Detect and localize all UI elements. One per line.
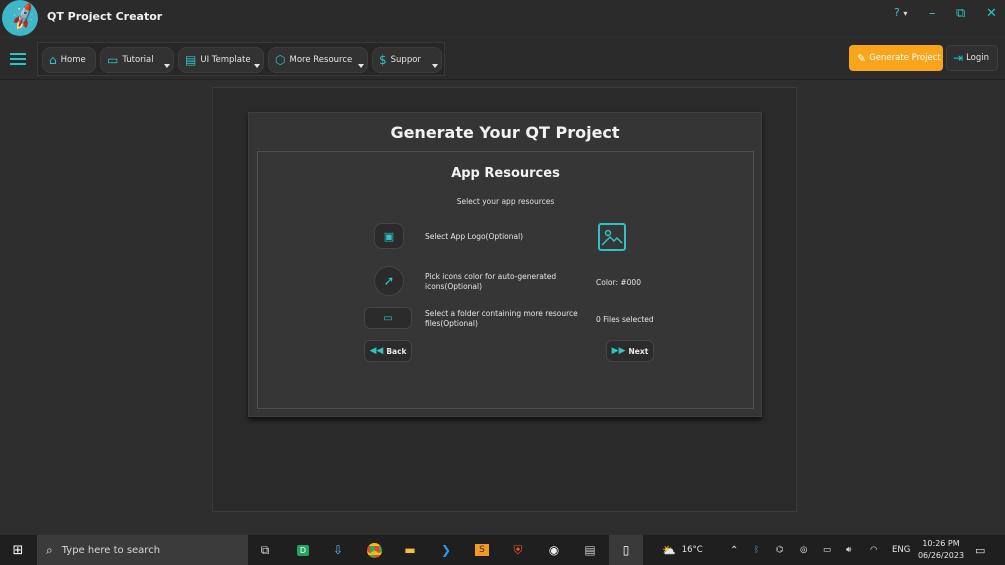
folder-icon: ▭: [383, 312, 393, 324]
back-button[interactable]: ◀◀ Back: [364, 340, 412, 362]
nav-bar: ⌂ Home ▭ Tutorial ▤ UI Template ⬡ More Resou…: [37, 42, 445, 76]
app-resources-panel: App Resources Select your app resources …: [257, 151, 754, 409]
rocket-icon: 🚀: [7, 1, 38, 33]
rewind-icon: ◀◀: [369, 346, 384, 356]
generate-project-button[interactable]: ✎ Generate Project: [849, 45, 943, 71]
section-subtitle: Select your app resources: [456, 197, 555, 206]
brave-icon[interactable]: ⛨: [505, 535, 531, 565]
show-hidden-icons-icon[interactable]: ⌃: [730, 535, 738, 565]
notification-icon[interactable]: ▭: [975, 535, 985, 565]
bluetooth-icon[interactable]: ᛒ: [754, 535, 759, 565]
weather-icon: ⛅: [662, 543, 676, 557]
pick-color-label: Pick icons color for auto-generated icon…: [425, 272, 557, 291]
clock-date: 06/26/2023: [917, 551, 965, 560]
vscode-icon[interactable]: ❯: [433, 535, 459, 565]
volume-icon[interactable]: 🔊︎: [846, 535, 851, 565]
taskbar-clock[interactable]: 10:26 PM 06/26/2023: [915, 538, 967, 562]
windows-taskbar: ⊞ ⌕ Type here to search ⧉ D ⇩ ▬ ❯ S ⛨ ◉ ▤…: [0, 535, 1005, 565]
search-icon: ⌕: [46, 542, 53, 557]
chevron-down-icon: [358, 64, 364, 68]
chevron-down-icon: [432, 64, 438, 68]
login-icon: ⇥: [953, 51, 964, 65]
title-bar: 🚀 QT Project Creator ? ▾ – ⧉ ✕: [0, 0, 1005, 36]
logo-preview-image: [598, 223, 626, 251]
battery-icon[interactable]: ▭: [823, 535, 831, 565]
hamburger-menu-icon[interactable]: [10, 53, 26, 65]
template-icon: ▤: [185, 53, 197, 67]
files-selected-value: 0 Files selected: [596, 315, 654, 324]
pick-color-button[interactable]: ➚: [374, 266, 404, 296]
wifi-icon[interactable]: ◠: [870, 535, 877, 565]
task-view-icon[interactable]: ⧉: [252, 535, 278, 565]
select-logo-label: Select App Logo(Optional): [425, 232, 524, 241]
toolbar: ⌂ Home ▭ Tutorial ▤ UI Template ⬡ More Resou…: [0, 38, 1005, 80]
restore-icon[interactable]: ⧉: [956, 6, 965, 21]
dollar-icon: $: [379, 53, 387, 67]
chevron-down-icon: [254, 64, 260, 68]
github-desktop-icon[interactable]: ◉: [541, 535, 567, 565]
windows-start-icon[interactable]: ⊞: [0, 535, 36, 565]
pencil-icon: ✎: [857, 51, 867, 65]
sublime-icon[interactable]: S: [469, 535, 495, 565]
chevron-down-icon: [164, 64, 170, 68]
select-folder-label: Select a folder containing more resource…: [425, 309, 578, 328]
minimize-icon[interactable]: –: [929, 6, 936, 21]
download-app-icon[interactable]: ⇩: [325, 535, 351, 565]
active-app-icon[interactable]: ▯: [609, 535, 643, 565]
nav-ui-template-button[interactable]: ▤ UI Template: [178, 47, 264, 73]
chrome-icon[interactable]: [361, 535, 387, 565]
app-d-icon[interactable]: D: [290, 535, 316, 565]
color-value: Color: #000: [596, 278, 641, 287]
file-explorer-icon[interactable]: ▬: [397, 535, 423, 565]
image-placeholder-icon: [601, 229, 623, 246]
clock-time: 10:26 PM: [922, 539, 960, 548]
nav-more-resource-button[interactable]: ⬡ More Resource: [268, 47, 368, 73]
select-folder-button[interactable]: ▭: [364, 307, 412, 329]
monitor-icon: ▭: [107, 53, 119, 67]
cursor-arrow-icon: ➚: [383, 273, 395, 289]
login-button[interactable]: ⇥ Login: [946, 45, 998, 71]
nav-home-button[interactable]: ⌂ Home: [42, 47, 96, 73]
app-logo: 🚀: [2, 0, 38, 36]
section-title: App Resources: [451, 166, 560, 181]
language-indicator[interactable]: ENG: [892, 535, 910, 565]
nav-support-button[interactable]: $ Suppor: [372, 47, 442, 73]
terminal-icon[interactable]: ▤: [577, 535, 603, 565]
webcam-icon[interactable]: ◎: [800, 535, 807, 565]
app-window: 🚀 QT Project Creator ? ▾ – ⧉ ✕ ⌂ Home ▭ Tu…: [0, 0, 1005, 535]
taskbar-search-input[interactable]: ⌕ Type here to search: [37, 535, 248, 565]
fast-forward-icon: ▶▶: [611, 346, 626, 356]
app-title: QT Project Creator: [47, 10, 163, 23]
select-logo-button[interactable]: ▣: [374, 223, 404, 249]
cube-icon: ⬡: [275, 53, 286, 67]
image-icon: ▣: [383, 229, 395, 243]
page-title: Generate Your QT Project: [390, 123, 620, 142]
help-icon[interactable]: ? ▾: [894, 6, 907, 19]
next-button[interactable]: ▶▶ Next: [606, 340, 654, 362]
project-card: Generate Your QT Project App Resources S…: [248, 112, 762, 417]
home-icon: ⌂: [49, 53, 57, 67]
weather-widget[interactable]: ⛅ 16°C: [662, 535, 703, 565]
network-devices-icon[interactable]: ⌬: [776, 535, 783, 565]
close-icon[interactable]: ✕: [986, 6, 997, 21]
nav-tutorial-button[interactable]: ▭ Tutorial: [100, 47, 174, 73]
